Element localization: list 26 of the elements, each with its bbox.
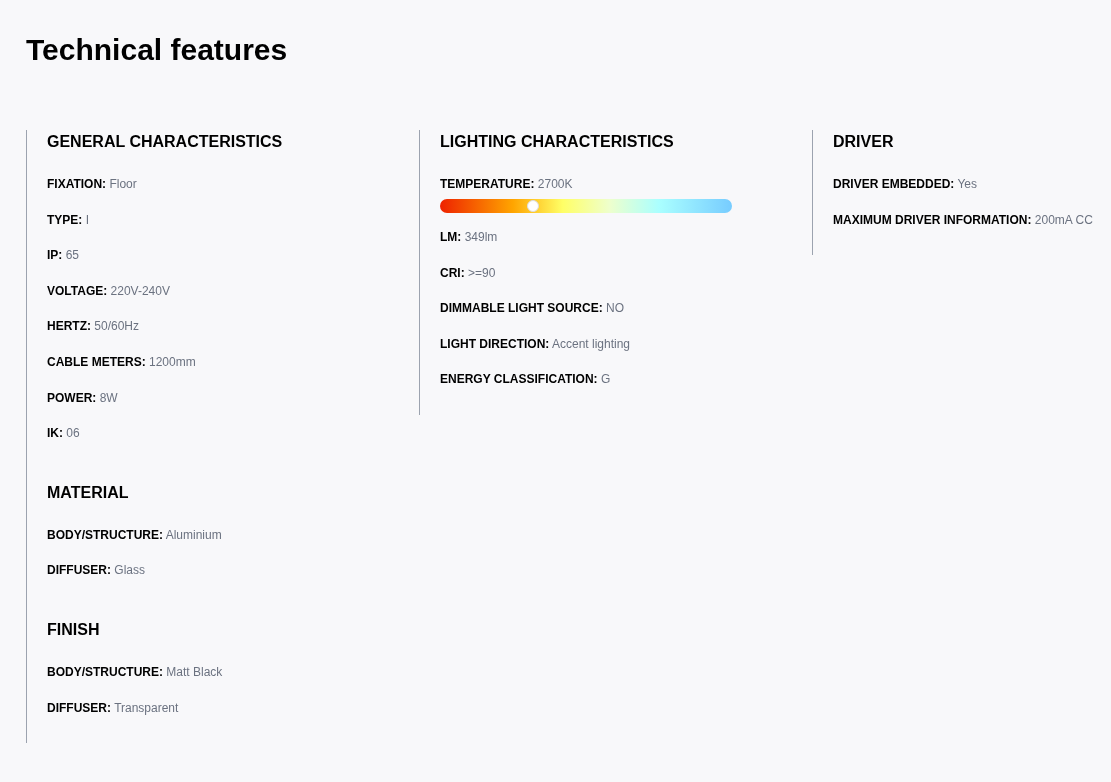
spec-line: LM: 349lm <box>440 229 499 245</box>
section-heading: LIGHTING CHARACTERISTICS <box>440 132 675 152</box>
spec-line: BODY/STRUCTURE: Matt Black <box>47 663 224 680</box>
spec-line: IP: 65 <box>47 247 81 264</box>
spec-line: MAXIMUM DRIVER INFORMATION: 200mA CC <box>833 211 1094 228</box>
spec-line: DRIVER EMBEDDED: Yes <box>833 176 979 192</box>
section-heading: GENERAL CHARACTERISTICS <box>47 132 284 152</box>
spec-line: VOLTAGE: 220V-240V <box>47 282 171 299</box>
spec-line: HERTZ: 50/60Hz <box>47 318 141 335</box>
spec-line: DIFFUSER: Glass <box>47 562 147 579</box>
spec-line: LIGHT DIRECTION: Accent lighting <box>440 335 632 352</box>
spec-line: CRI: >=90 <box>440 264 497 281</box>
spec-line: IK: 06 <box>47 425 81 442</box>
section-heading: DRIVER <box>833 132 895 152</box>
section-heading: MATERIAL <box>47 482 130 503</box>
spec-line: DIFFUSER: Transparent <box>47 699 180 716</box>
page-title: Technical features <box>25 32 289 68</box>
spec-line: DIMMABLE LIGHT SOURCE: NO <box>440 300 625 317</box>
spec-line: TYPE: I <box>47 211 91 228</box>
spec-line: POWER: 8W <box>47 389 119 406</box>
spec-line: FIXATION: Floor <box>47 176 138 192</box>
spec-line: ENERGY CLASSIFICATION: G <box>440 371 612 388</box>
spec-line: TEMPERATURE: 2700K <box>440 176 574 192</box>
spec-line: BODY/STRUCTURE: Aluminium <box>47 526 223 543</box>
spec-line: CABLE METERS: 1200mm <box>47 353 197 370</box>
section-heading: FINISH <box>47 619 101 640</box>
